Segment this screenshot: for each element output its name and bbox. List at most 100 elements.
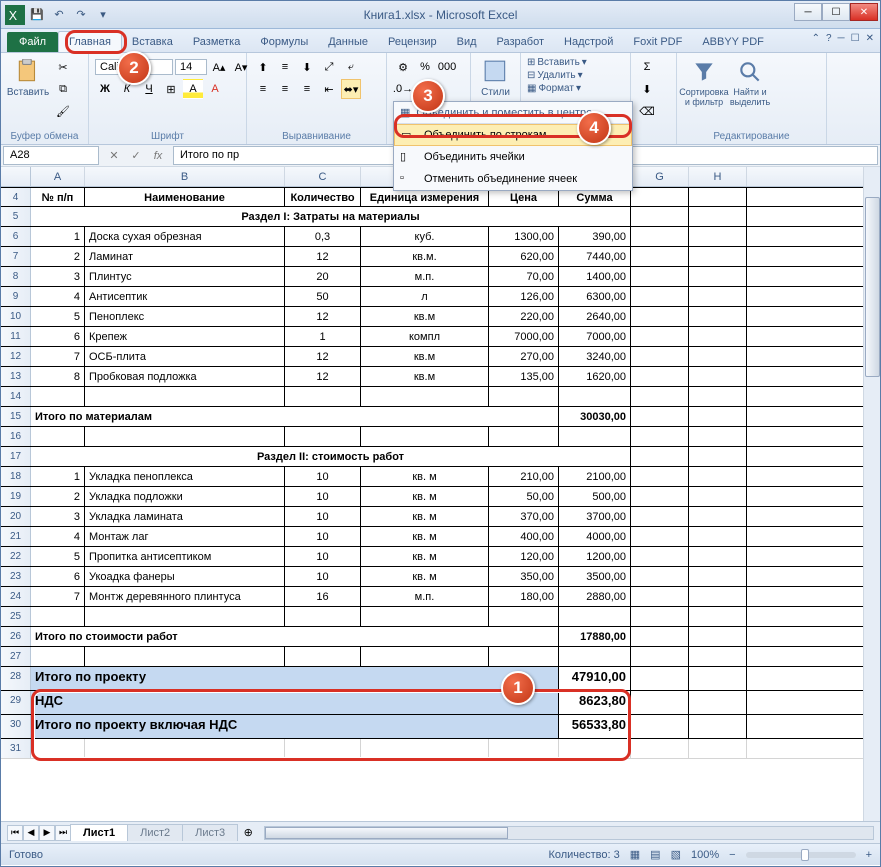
row-header[interactable]: 4	[1, 188, 31, 206]
cell[interactable]: 17880,00	[559, 627, 631, 646]
cell[interactable]: Антисептик	[85, 287, 285, 306]
cell[interactable]	[489, 607, 559, 626]
cell[interactable]: кв.м.	[361, 247, 489, 266]
tab-insert[interactable]: Вставка	[122, 32, 183, 52]
cell[interactable]	[689, 691, 747, 714]
cell[interactable]	[689, 567, 747, 586]
cell[interactable]	[559, 387, 631, 406]
cell[interactable]	[689, 287, 747, 306]
cell[interactable]: кв. м	[361, 487, 489, 506]
row-header[interactable]: 24	[1, 587, 31, 606]
cell[interactable]	[631, 647, 689, 666]
cell[interactable]: 20	[285, 267, 361, 286]
row-header[interactable]: 22	[1, 547, 31, 566]
cell[interactable]: кв. м	[361, 547, 489, 566]
cell[interactable]: кв.м	[361, 347, 489, 366]
cut-icon[interactable]: ✂	[53, 57, 73, 77]
cells-format[interactable]: ▦ Формат ▾	[527, 83, 581, 94]
cell[interactable]	[489, 427, 559, 446]
cell[interactable]	[31, 427, 85, 446]
cell[interactable]	[631, 467, 689, 486]
cell[interactable]	[631, 607, 689, 626]
mdi-min-icon[interactable]: ─	[838, 33, 845, 44]
file-tab[interactable]: Файл	[7, 32, 58, 52]
cells-delete[interactable]: ⊟ Удалить ▾	[527, 70, 583, 81]
cell[interactable]: л	[361, 287, 489, 306]
cell[interactable]: 30030,00	[559, 407, 631, 426]
cell[interactable]: 180,00	[489, 587, 559, 606]
view-normal-icon[interactable]: ▦	[630, 848, 640, 861]
cell[interactable]: 500,00	[559, 487, 631, 506]
row-header[interactable]: 7	[1, 247, 31, 266]
cell[interactable]	[631, 427, 689, 446]
zoom-thumb[interactable]	[801, 849, 809, 861]
hscroll-thumb[interactable]	[265, 827, 508, 839]
cell[interactable]: 4000,00	[559, 527, 631, 546]
cell[interactable]	[689, 547, 747, 566]
cell[interactable]	[689, 188, 747, 206]
cell[interactable]: м.п.	[361, 587, 489, 606]
fill-color-icon[interactable]: A	[183, 79, 203, 99]
cell[interactable]: 50	[285, 287, 361, 306]
cell[interactable]	[285, 607, 361, 626]
cell[interactable]: кв.м	[361, 307, 489, 326]
cell[interactable]: 8	[31, 367, 85, 386]
cell[interactable]	[689, 467, 747, 486]
wrap-icon[interactable]: ⤶	[341, 57, 361, 77]
cell[interactable]: 350,00	[489, 567, 559, 586]
help-icon[interactable]: ?	[826, 33, 832, 44]
cell[interactable]: Укладка пеноплекса	[85, 467, 285, 486]
format-painter-icon[interactable]: 🖌	[53, 101, 73, 121]
align-right-icon[interactable]: ≡	[297, 79, 317, 99]
cell[interactable]: 6	[31, 567, 85, 586]
name-box[interactable]: A28	[3, 146, 99, 165]
cell[interactable]: 3700,00	[559, 507, 631, 526]
cell[interactable]: Монтаж лаг	[85, 527, 285, 546]
row-header[interactable]: 5	[1, 207, 31, 226]
row-header[interactable]: 20	[1, 507, 31, 526]
view-layout-icon[interactable]: ▤	[650, 848, 660, 861]
cell[interactable]	[631, 739, 689, 758]
cell[interactable]	[85, 387, 285, 406]
row-header[interactable]: 17	[1, 447, 31, 466]
row-header[interactable]: 21	[1, 527, 31, 546]
cell[interactable]: 50,00	[489, 487, 559, 506]
cell[interactable]	[631, 587, 689, 606]
cell[interactable]	[631, 547, 689, 566]
cell[interactable]	[689, 447, 747, 466]
cell[interactable]	[31, 739, 85, 758]
cell[interactable]: НДС	[31, 691, 559, 714]
cell[interactable]: 3	[31, 507, 85, 526]
cell[interactable]: Монтж деревянного плинтуса	[85, 587, 285, 606]
paste-button[interactable]: Вставить	[7, 57, 49, 100]
sort-filter-button[interactable]: Сортировка и фильтр	[683, 57, 725, 109]
cell[interactable]: кв. м	[361, 467, 489, 486]
cell[interactable]: 2640,00	[559, 307, 631, 326]
grid[interactable]: A B C D E F G H 4№ п/пНаименованиеКоличе…	[1, 167, 880, 821]
vertical-scrollbar[interactable]	[863, 167, 880, 821]
cell[interactable]: 16	[285, 587, 361, 606]
sheet-nav-next[interactable]: ▶	[39, 825, 55, 841]
enter-icon[interactable]: ✓	[127, 148, 145, 164]
col-header-g[interactable]: G	[631, 167, 689, 186]
cell[interactable]	[361, 387, 489, 406]
percent-icon[interactable]: %	[415, 57, 435, 77]
copy-icon[interactable]: ⧉	[53, 79, 73, 99]
row-header[interactable]: 28	[1, 667, 31, 690]
row-header[interactable]: 29	[1, 691, 31, 714]
cell[interactable]: 10	[285, 487, 361, 506]
cell[interactable]	[631, 487, 689, 506]
row-header[interactable]: 19	[1, 487, 31, 506]
merge-button[interactable]: ⬌▾	[341, 79, 361, 99]
cell[interactable]: 1	[31, 467, 85, 486]
orientation-icon[interactable]: ⤢	[319, 57, 339, 77]
cell[interactable]: Количество	[285, 188, 361, 206]
cell[interactable]: 7440,00	[559, 247, 631, 266]
cell[interactable]	[631, 188, 689, 206]
cell[interactable]: 6300,00	[559, 287, 631, 306]
cell[interactable]	[489, 387, 559, 406]
cell[interactable]: куб.	[361, 227, 489, 246]
zoom-level[interactable]: 100%	[691, 849, 719, 861]
cell[interactable]: 2	[31, 487, 85, 506]
cell[interactable]	[689, 327, 747, 346]
